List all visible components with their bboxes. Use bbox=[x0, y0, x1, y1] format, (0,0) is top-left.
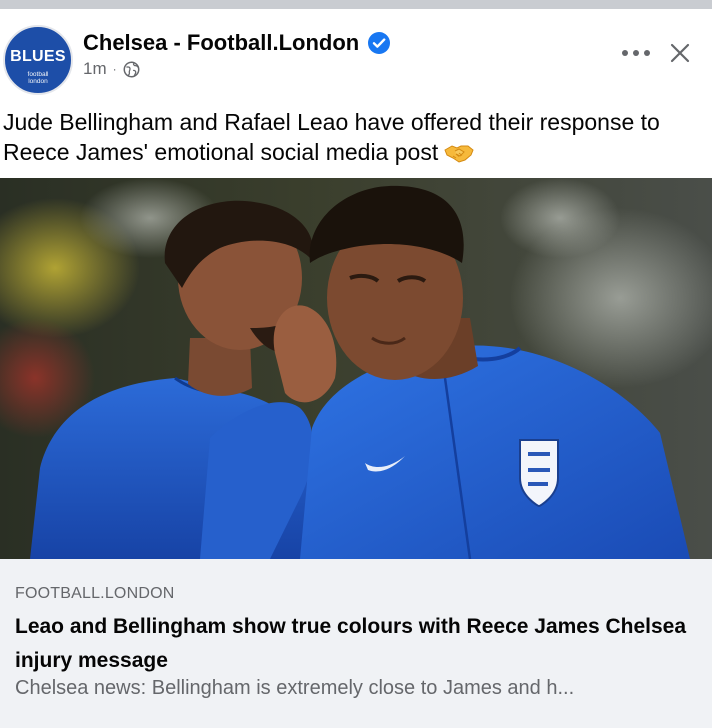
post-image[interactable] bbox=[0, 178, 712, 559]
verified-badge-icon bbox=[368, 32, 391, 54]
link-domain: FOOTBALL.LONDON bbox=[15, 585, 175, 602]
post-header: BLUES football london Chelsea - Football… bbox=[0, 9, 712, 101]
more-options-icon bbox=[622, 50, 650, 56]
feed-separator bbox=[0, 0, 712, 9]
link-title[interactable]: Leao and Bellingham show true colours wi… bbox=[15, 610, 695, 678]
avatar-logo-subtext: football london bbox=[27, 71, 49, 85]
caption-text: Jude Bellingham and Rafael Leao have off… bbox=[3, 109, 660, 165]
link-preview[interactable]: FOOTBALL.LONDON Leao and Bellingham show… bbox=[0, 559, 712, 728]
page-name-row: Chelsea - Football.London bbox=[83, 29, 391, 57]
meta-separator: · bbox=[112, 62, 117, 76]
globe-icon[interactable] bbox=[123, 61, 140, 78]
post-timestamp[interactable]: 1m bbox=[83, 59, 107, 79]
avatar-logo-text: BLUES bbox=[10, 48, 66, 65]
close-icon bbox=[670, 43, 690, 63]
close-post-button[interactable] bbox=[664, 37, 696, 69]
link-description: Chelsea news: Bellingham is extremely cl… bbox=[15, 677, 575, 699]
post-meta: 1m · bbox=[83, 58, 140, 80]
handshake-emoji bbox=[444, 145, 474, 163]
more-options-button[interactable] bbox=[618, 39, 654, 67]
page-name-link[interactable]: Chelsea - Football.London bbox=[83, 30, 359, 56]
post-caption: Jude Bellingham and Rafael Leao have off… bbox=[3, 107, 709, 167]
page-avatar[interactable]: BLUES football london bbox=[3, 25, 73, 95]
